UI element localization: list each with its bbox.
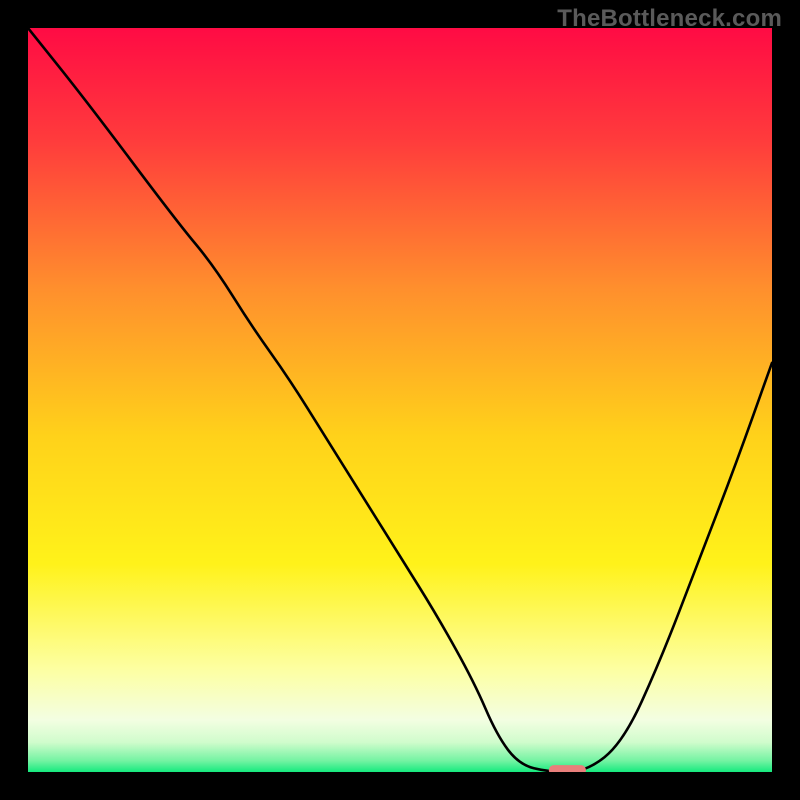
chart-svg — [28, 28, 772, 772]
plot-area — [28, 28, 772, 772]
optimal-marker — [549, 765, 586, 772]
watermark-text: TheBottleneck.com — [557, 5, 782, 33]
chart-container: TheBottleneck.com — [0, 0, 800, 800]
